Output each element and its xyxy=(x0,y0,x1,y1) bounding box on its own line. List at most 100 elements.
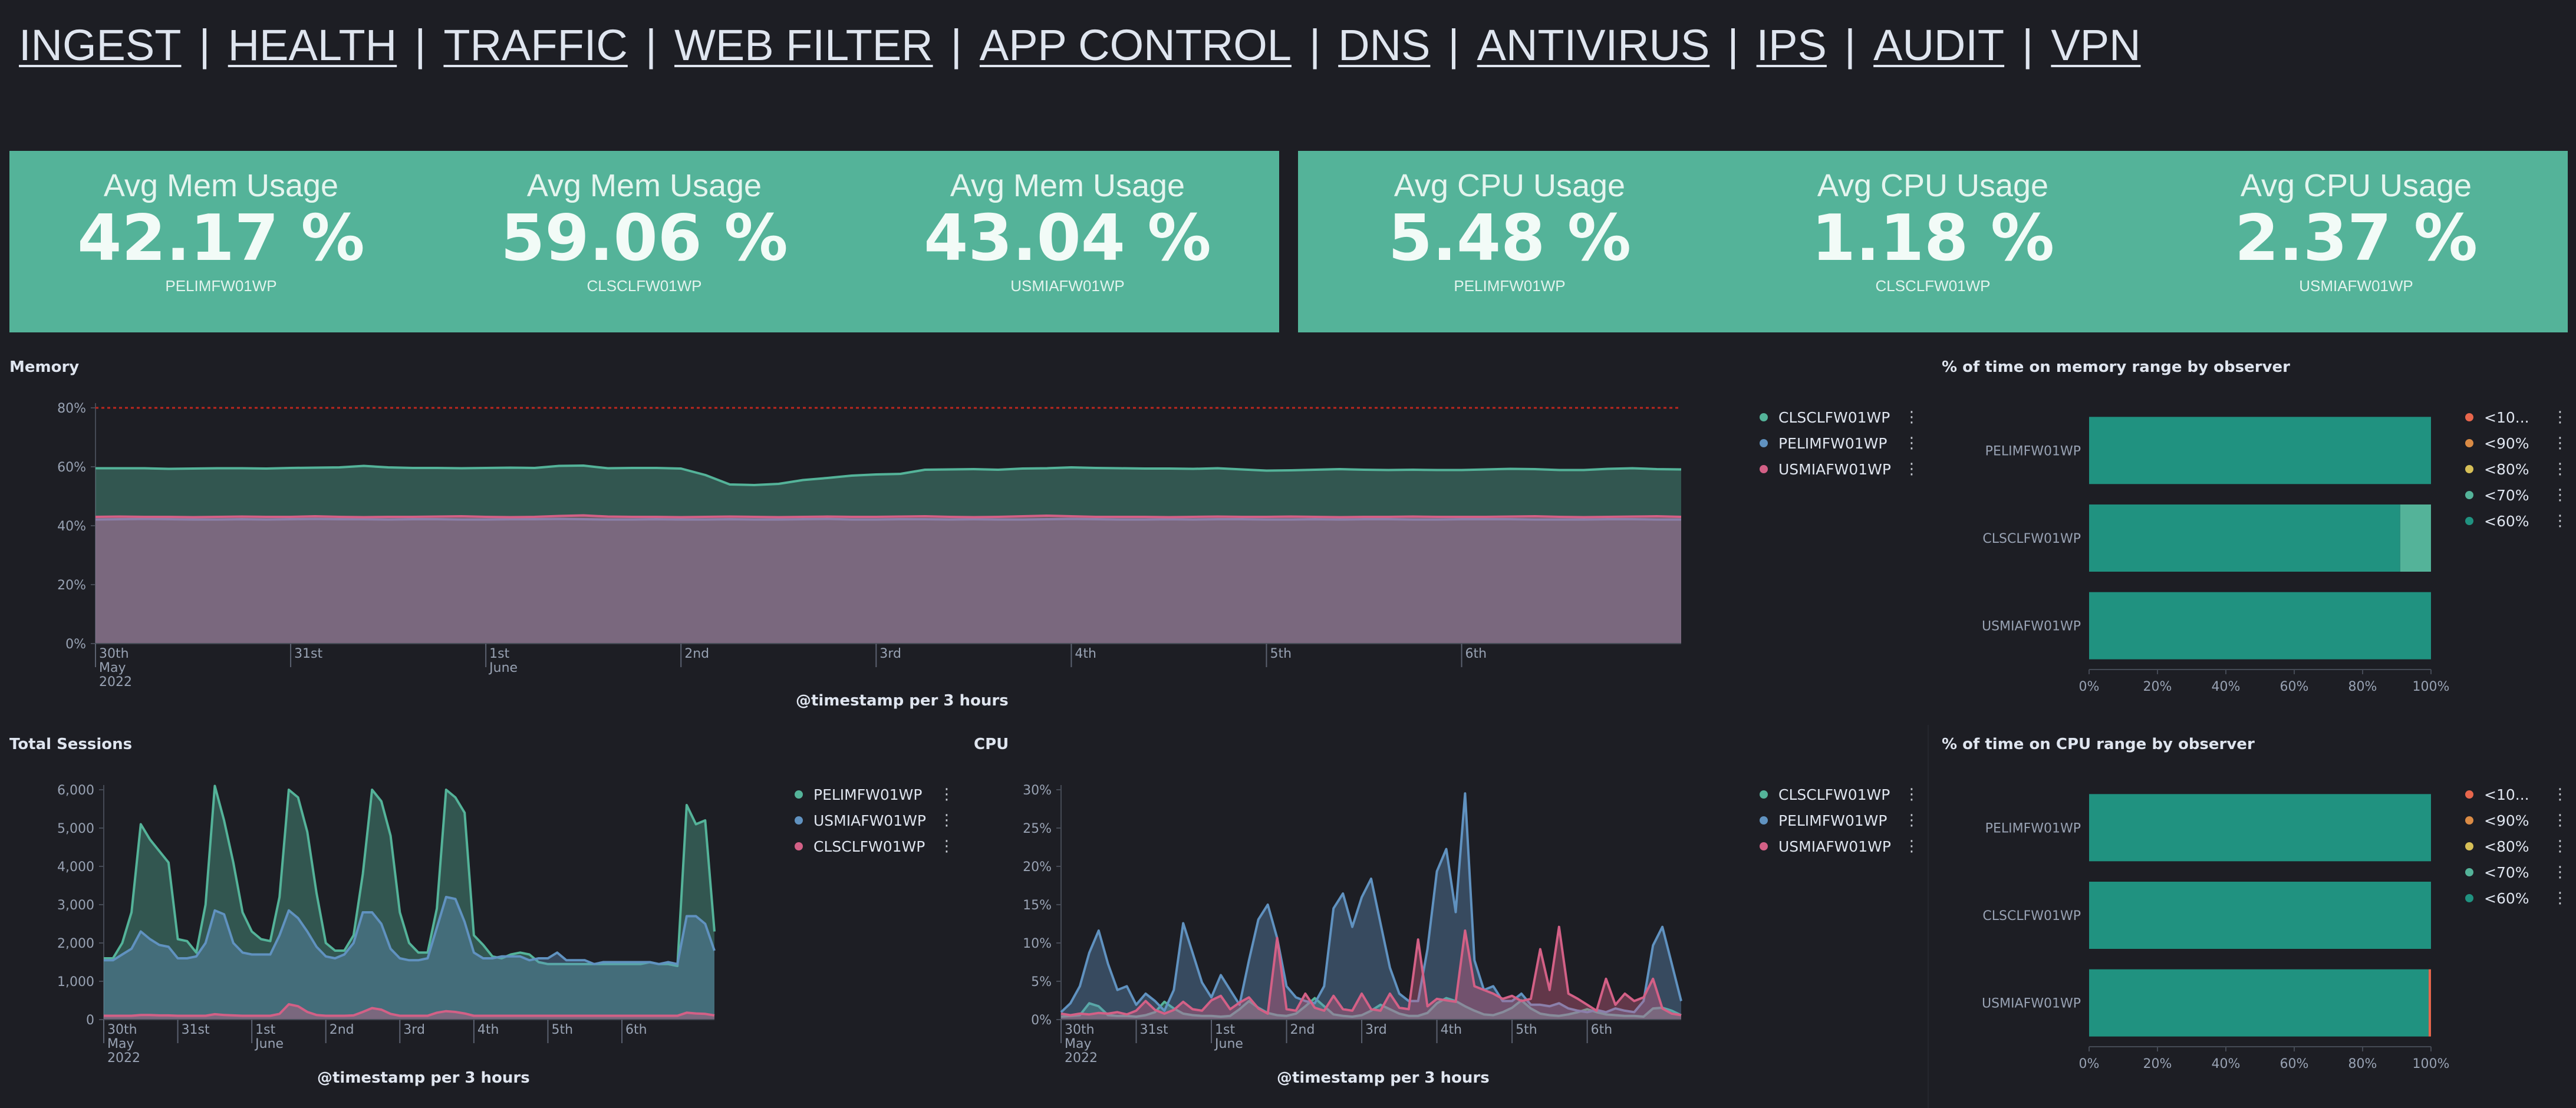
nav-link-traffic[interactable]: TRAFFIC xyxy=(443,20,627,70)
legend-dot xyxy=(2465,413,2473,421)
legend-item[interactable]: USMIAFW01WP ⋮ xyxy=(1760,456,1919,482)
legend-item[interactable]: PELIMFW01WP ⋮ xyxy=(795,781,954,807)
bar-segment-60 xyxy=(2089,969,2429,1037)
nav-link-web-filter[interactable]: WEB FILTER xyxy=(674,20,933,70)
legend-label: <80% xyxy=(2484,837,2529,855)
series-area-usmiafw01wp xyxy=(95,515,1681,644)
legend-dot xyxy=(2465,491,2473,499)
legend-item[interactable]: <70% ⋮ xyxy=(2465,859,2568,885)
memory-range-panel-title: % of time on memory range by observer xyxy=(1942,358,2290,376)
x-tick-label: 1st June xyxy=(488,647,518,675)
nav-link-ips[interactable]: IPS xyxy=(1757,20,1827,70)
x-tick-label: 6th xyxy=(1591,1023,1613,1037)
nav-link-dns[interactable]: DNS xyxy=(1338,20,1430,70)
cpu-range-legend: <10... ⋮ <90% ⋮ <80% ⋮ <70% ⋮ <60% ⋮ xyxy=(2465,781,2568,911)
metric-value: 5.48 % xyxy=(1388,202,1632,275)
legend-dot xyxy=(2465,868,2473,876)
more-options-icon[interactable]: ⋮ xyxy=(2552,865,2568,880)
legend-dot xyxy=(795,790,803,799)
legend-label: CLSCLFW01WP xyxy=(1778,408,1890,426)
x-tick-label: 4th xyxy=(1075,647,1096,661)
more-options-icon[interactable]: ⋮ xyxy=(2552,787,2568,802)
legend-item[interactable]: USMIAFW01WP ⋮ xyxy=(795,807,954,833)
legend-item[interactable]: CLSCLFW01WP ⋮ xyxy=(1760,404,1919,430)
legend-item[interactable]: CLSCLFW01WP ⋮ xyxy=(795,833,954,859)
metric-label: USMIAFW01WP xyxy=(1010,277,1125,295)
more-options-icon[interactable]: ⋮ xyxy=(2552,487,2568,503)
metric-clsclfw01wp: Avg Mem Usage 59.06 % CLSCLFW01WP xyxy=(433,151,856,332)
series-line-pelimfw01wp xyxy=(104,784,716,967)
more-options-icon[interactable]: ⋮ xyxy=(2552,813,2568,828)
legend-item[interactable]: <70% ⋮ xyxy=(2465,482,2568,508)
more-options-icon[interactable]: ⋮ xyxy=(2552,436,2568,451)
legend-item[interactable]: PELIMFW01WP ⋮ xyxy=(1760,430,1919,456)
metric-clsclfw01wp: Avg CPU Usage 1.18 % CLSCLFW01WP xyxy=(1721,151,2145,332)
y-tick-label: 2,000 xyxy=(57,936,94,951)
nav-link-antivirus[interactable]: ANTIVIRUS xyxy=(1477,20,1710,70)
legend-label: <90% xyxy=(2484,812,2529,829)
metric-value: 59.06 % xyxy=(500,202,788,275)
legend-dot xyxy=(2465,842,2473,850)
nav-separator: | xyxy=(645,20,657,70)
bar-segment-60 xyxy=(2089,882,2431,949)
more-options-icon[interactable]: ⋮ xyxy=(1904,436,1919,451)
bar-segment-10 xyxy=(2428,969,2431,1037)
cpu-range-panel-title: % of time on CPU range by observer xyxy=(1942,736,2255,753)
metric-label: PELIMFW01WP xyxy=(1454,277,1566,295)
more-options-icon[interactable]: ⋮ xyxy=(2552,513,2568,529)
legend-item[interactable]: <90% ⋮ xyxy=(2465,807,2568,833)
x-tick-label: 20% xyxy=(2143,1057,2172,1071)
legend-item[interactable]: <10... ⋮ xyxy=(2465,781,2568,807)
legend-item[interactable]: PELIMFW01WP ⋮ xyxy=(1760,807,1919,833)
nav-link-audit[interactable]: AUDIT xyxy=(1873,20,2004,70)
y-tick-label: 15% xyxy=(1023,898,1052,913)
more-options-icon[interactable]: ⋮ xyxy=(1904,410,1919,425)
more-options-icon[interactable]: ⋮ xyxy=(2552,891,2568,906)
x-tick-label: 3rd xyxy=(1365,1023,1387,1037)
metric-usmiafw01wp: Avg CPU Usage 2.37 % USMIAFW01WP xyxy=(2145,151,2568,332)
nav-link-vpn[interactable]: VPN xyxy=(2051,20,2140,70)
nav-separator: | xyxy=(2022,20,2034,70)
more-options-icon[interactable]: ⋮ xyxy=(2552,839,2568,854)
more-options-icon[interactable]: ⋮ xyxy=(1904,787,1919,802)
x-tick-label: 80% xyxy=(2348,680,2377,694)
legend-dot xyxy=(2465,816,2473,825)
category-label: CLSCLFW01WP xyxy=(1982,909,2081,924)
legend-item[interactable]: USMIAFW01WP ⋮ xyxy=(1760,833,1919,859)
bar-segment-60 xyxy=(2089,417,2431,484)
more-options-icon[interactable]: ⋮ xyxy=(939,787,954,802)
category-label: PELIMFW01WP xyxy=(1985,444,2081,459)
legend-dot xyxy=(1760,842,1768,850)
nav-link-ingest[interactable]: INGEST xyxy=(19,20,181,70)
x-tick-label: 1st June xyxy=(254,1023,284,1051)
memory-chart: 0% 20% 40% 60% 80% 30th May 2022 31st 1st June 2nd 3… xyxy=(57,401,1682,690)
legend-item[interactable]: <80% ⋮ xyxy=(2465,833,2568,859)
more-options-icon[interactable]: ⋮ xyxy=(2552,461,2568,477)
legend-item[interactable]: <60% ⋮ xyxy=(2465,508,2568,534)
y-tick-label: 1,000 xyxy=(57,975,94,990)
metric-title: Avg Mem Usage xyxy=(950,168,1185,203)
legend-item[interactable]: CLSCLFW01WP ⋮ xyxy=(1760,781,1919,807)
legend-label: <80% xyxy=(2484,460,2529,478)
bar-segment-70 xyxy=(2400,504,2431,572)
more-options-icon[interactable]: ⋮ xyxy=(939,839,954,854)
nav-separator: | xyxy=(1844,20,1856,70)
more-options-icon[interactable]: ⋮ xyxy=(1904,813,1919,828)
more-options-icon[interactable]: ⋮ xyxy=(939,813,954,828)
y-tick-label: 0 xyxy=(86,1013,94,1028)
x-tick-label: 2nd xyxy=(1290,1023,1315,1037)
x-tick-label: 30th May 2022 xyxy=(99,647,132,690)
legend-label: <90% xyxy=(2484,434,2529,452)
legend-item[interactable]: <80% ⋮ xyxy=(2465,456,2568,482)
nav-link-health[interactable]: HEALTH xyxy=(228,20,397,70)
more-options-icon[interactable]: ⋮ xyxy=(1904,839,1919,854)
metric-title: Avg CPU Usage xyxy=(2240,168,2472,203)
legend-item[interactable]: <60% ⋮ xyxy=(2465,885,2568,911)
more-options-icon[interactable]: ⋮ xyxy=(1904,461,1919,477)
legend-dot xyxy=(2465,517,2473,525)
more-options-icon[interactable]: ⋮ xyxy=(2552,410,2568,425)
legend-item[interactable]: <90% ⋮ xyxy=(2465,430,2568,456)
metric-usmiafw01wp: Avg Mem Usage 43.04 % USMIAFW01WP xyxy=(856,151,1279,332)
nav-link-app-control[interactable]: APP CONTROL xyxy=(980,20,1292,70)
legend-item[interactable]: <10... ⋮ xyxy=(2465,404,2568,430)
